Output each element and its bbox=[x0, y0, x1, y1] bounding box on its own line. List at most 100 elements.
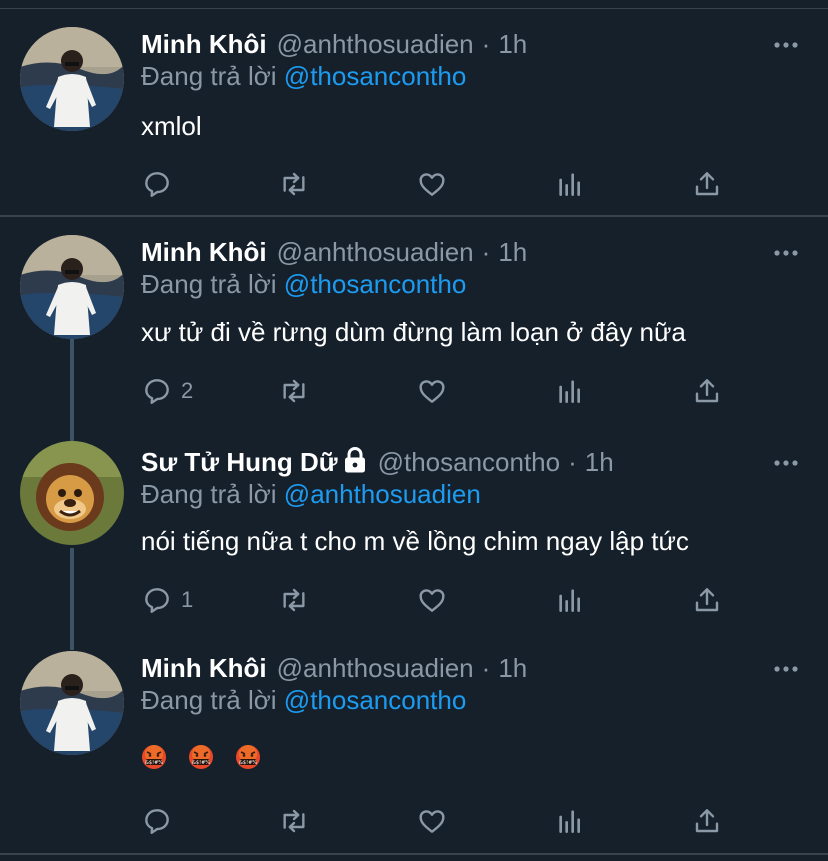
mention-link[interactable]: @anhthosuadien bbox=[284, 479, 481, 509]
emoji-symbols: &$!#% bbox=[145, 759, 163, 765]
retweet-button[interactable] bbox=[278, 583, 310, 617]
separator-dot: · bbox=[481, 236, 491, 267]
reply-context: Đang trả lời @thosancontho bbox=[141, 685, 466, 716]
tweet-text: xư tử đi về rừng dùm đừng làm loạn ở đây… bbox=[141, 317, 686, 347]
action-bar bbox=[141, 167, 741, 201]
share-button[interactable] bbox=[691, 167, 723, 201]
separator-dot: · bbox=[481, 652, 491, 683]
lock-icon bbox=[342, 446, 368, 479]
analytics-icon bbox=[559, 589, 580, 612]
share-button[interactable] bbox=[691, 583, 723, 617]
reply-button[interactable]: 1 bbox=[141, 583, 193, 617]
more-icon bbox=[774, 666, 798, 672]
more-button[interactable] bbox=[772, 659, 800, 679]
reply-count: 1 bbox=[181, 587, 194, 612]
display-name[interactable]: Minh Khôi bbox=[141, 653, 267, 684]
retweet-icon bbox=[283, 588, 305, 612]
reply-prefix: Đang trả lời bbox=[141, 61, 277, 91]
cursing-face-emoji: &$!#% bbox=[235, 744, 261, 777]
cursing-face-emoji: &$!#% bbox=[188, 744, 214, 777]
share-icon bbox=[695, 172, 719, 196]
avatar[interactable] bbox=[20, 651, 124, 755]
analytics-button[interactable] bbox=[554, 583, 586, 617]
timestamp[interactable]: 1h bbox=[498, 653, 527, 684]
share-icon bbox=[695, 379, 719, 403]
share-button[interactable] bbox=[691, 374, 723, 408]
more-button[interactable] bbox=[772, 243, 800, 263]
reply-icon bbox=[145, 809, 169, 834]
tweet-text: xmlol bbox=[141, 111, 202, 141]
share-icon bbox=[695, 809, 719, 833]
action-bar: 1 bbox=[141, 583, 741, 617]
person-photo-avatar bbox=[20, 651, 124, 755]
display-name[interactable]: Minh Khôi bbox=[141, 29, 267, 60]
mention-link[interactable]: @thosancontho bbox=[284, 685, 467, 715]
tweet-text: nói tiếng nữa t cho m về lồng chim ngay … bbox=[141, 526, 689, 556]
timestamp[interactable]: 1h bbox=[585, 447, 614, 478]
like-icon bbox=[419, 173, 445, 196]
analytics-button[interactable] bbox=[554, 804, 586, 838]
like-icon bbox=[419, 589, 445, 612]
thread-line bbox=[70, 548, 74, 650]
analytics-button[interactable] bbox=[554, 167, 586, 201]
avatar[interactable] bbox=[20, 235, 124, 339]
timestamp[interactable]: 1h bbox=[498, 29, 527, 60]
mention-link[interactable]: @thosancontho bbox=[284, 61, 467, 91]
tweet-header: Minh Khôi @anhthosuadien · 1h bbox=[141, 651, 527, 685]
like-button[interactable] bbox=[416, 583, 448, 617]
retweet-button[interactable] bbox=[278, 167, 310, 201]
person-photo-avatar bbox=[20, 235, 124, 339]
lion-cartoon-avatar bbox=[20, 441, 124, 545]
analytics-icon bbox=[559, 173, 580, 196]
more-button[interactable] bbox=[772, 453, 800, 473]
like-icon bbox=[419, 810, 445, 833]
avatar[interactable] bbox=[20, 27, 124, 131]
analytics-button[interactable] bbox=[554, 374, 586, 408]
person-photo-avatar bbox=[20, 27, 124, 131]
more-button[interactable] bbox=[772, 35, 800, 55]
like-icon bbox=[419, 380, 445, 403]
analytics-icon bbox=[559, 380, 580, 403]
handle[interactable]: @anhthosuadien bbox=[277, 653, 474, 684]
reply-button[interactable] bbox=[141, 804, 181, 838]
like-button[interactable] bbox=[416, 374, 448, 408]
retweet-button[interactable] bbox=[278, 374, 310, 408]
like-button[interactable] bbox=[416, 804, 448, 838]
mention-link[interactable]: @thosancontho bbox=[284, 269, 467, 299]
retweet-icon bbox=[283, 172, 305, 196]
emoji-symbols: &$!#% bbox=[192, 759, 210, 765]
avatar[interactable] bbox=[20, 441, 124, 545]
reply-context: Đang trả lời @thosancontho bbox=[141, 61, 466, 92]
more-icon bbox=[774, 250, 798, 256]
reply-context: Đang trả lời @thosancontho bbox=[141, 269, 466, 300]
reply-prefix: Đang trả lời bbox=[141, 685, 277, 715]
more-icon bbox=[774, 42, 798, 48]
retweet-icon bbox=[283, 379, 305, 403]
analytics-icon bbox=[559, 810, 580, 833]
display-name[interactable]: Minh Khôi bbox=[141, 237, 267, 268]
reply-count: 2 bbox=[181, 378, 194, 403]
thread-line bbox=[70, 338, 74, 444]
more-icon bbox=[774, 460, 798, 466]
reply-button[interactable] bbox=[141, 167, 181, 201]
handle[interactable]: @anhthosuadien bbox=[277, 237, 474, 268]
share-icon bbox=[695, 588, 719, 612]
reply-icon bbox=[145, 379, 169, 404]
separator-dot: · bbox=[481, 28, 491, 59]
reply-context: Đang trả lời @anhthosuadien bbox=[141, 479, 481, 510]
tweet-text: &$!#% &$!#% &$!#% bbox=[141, 743, 275, 777]
separator-dot: · bbox=[568, 446, 577, 477]
emoji-symbols: &$!#% bbox=[239, 759, 257, 765]
reply-prefix: Đang trả lời bbox=[141, 269, 277, 299]
tweet-divider bbox=[0, 215, 828, 217]
timestamp[interactable]: 1h bbox=[498, 237, 527, 268]
share-button[interactable] bbox=[691, 804, 723, 838]
tweet-divider bbox=[0, 853, 828, 855]
retweet-button[interactable] bbox=[278, 804, 310, 838]
handle[interactable]: @thosancontho bbox=[378, 447, 561, 478]
display-name[interactable]: Sư Tử Hung Dữ bbox=[141, 447, 338, 478]
handle[interactable]: @anhthosuadien bbox=[277, 29, 474, 60]
like-button[interactable] bbox=[416, 167, 448, 201]
tweet-header: Sư Tử Hung Dữ @thosancontho · 1h bbox=[141, 445, 614, 479]
reply-button[interactable]: 2 bbox=[141, 374, 193, 408]
